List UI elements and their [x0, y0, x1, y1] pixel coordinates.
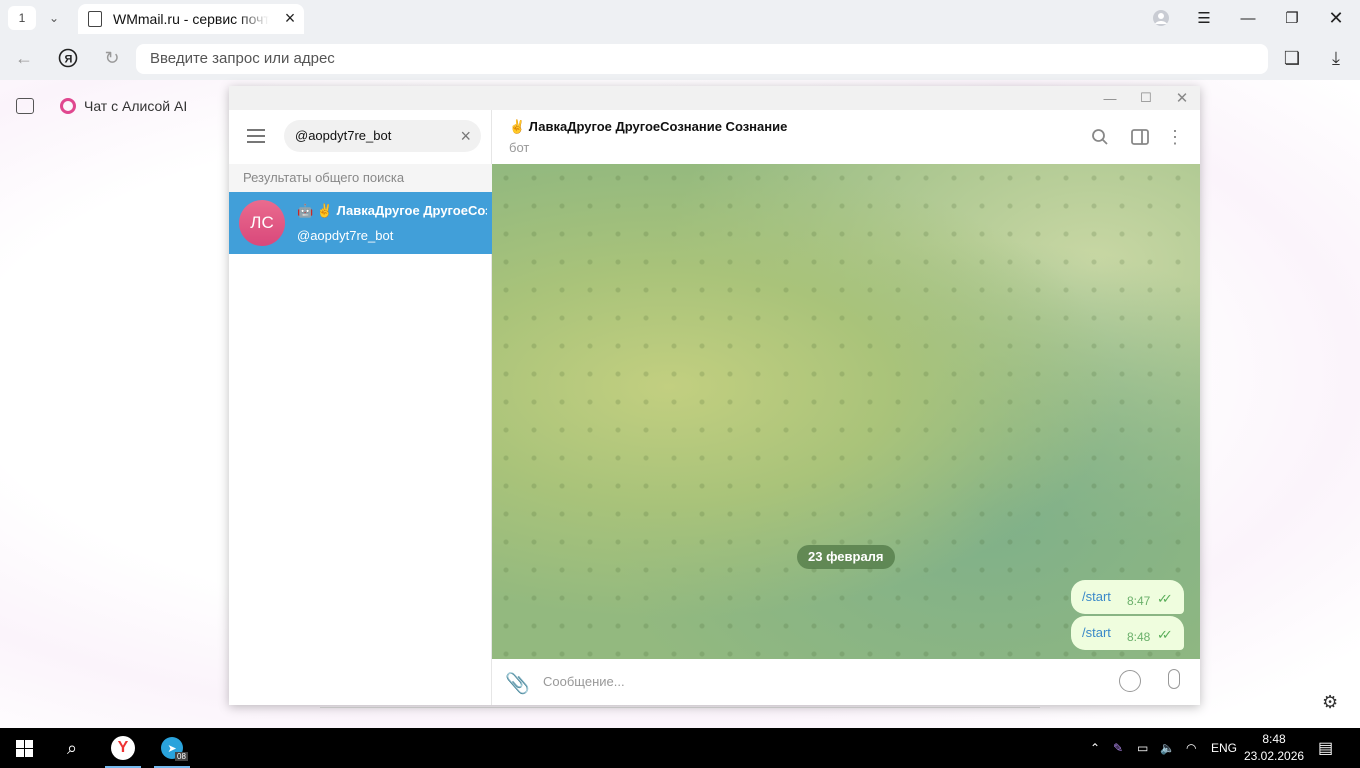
outgoing-message[interactable]: /start 8:47 ✓✓ — [1071, 580, 1184, 614]
read-check-icon: ✓✓ — [1157, 591, 1173, 606]
sidebar-panel-icon[interactable] — [1129, 126, 1151, 148]
message-time: 8:47 — [1127, 594, 1151, 608]
show-hidden-icons-icon[interactable]: ⌃ — [1090, 728, 1100, 768]
profile-icon[interactable] — [1148, 6, 1174, 30]
close-window-icon[interactable]: ✕ — [1323, 6, 1349, 30]
yandex-browser-taskbar[interactable]: Y — [99, 728, 147, 768]
sidebar-toggle-icon[interactable] — [16, 98, 34, 114]
attach-icon[interactable]: 📎 — [505, 671, 530, 696]
message-time: 8:48 — [1127, 630, 1151, 644]
battery-icon[interactable]: ▭ — [1137, 728, 1148, 768]
taskbar: ⌕ Y ➤ 08 ⌃ ✎ ▭ 🔈 ◠ ENG 8:48 23.02.2026 ▤ — [0, 728, 1360, 768]
search-section-header: Результаты общего поиска — [229, 164, 492, 192]
alice-label: Чат с Алисой AI — [84, 98, 188, 114]
close-tab-icon[interactable]: × — [280, 9, 300, 29]
minimize-icon[interactable]: — — [1235, 6, 1261, 30]
chat-background: 23 февраля /start 8:47 ✓✓ /start 8:48 ✓✓ — [492, 164, 1200, 659]
network-icon[interactable]: ◠ — [1186, 728, 1196, 768]
clock-time: 8:48 — [1262, 732, 1286, 746]
notifications-icon[interactable]: ▤ — [1318, 728, 1333, 768]
yandex-icon[interactable]: Я — [56, 46, 80, 70]
message-text[interactable]: /start — [1082, 625, 1111, 640]
svg-text:Я: Я — [65, 54, 73, 66]
emoji-icon[interactable] — [1119, 670, 1141, 692]
chat-subtitle: бот — [509, 140, 530, 155]
volume-icon[interactable]: 🔈 — [1160, 728, 1175, 768]
tab-list-chevron-icon[interactable]: ⌄ — [44, 8, 64, 28]
tab-title: WMmail.ru - сервис почтовых рассылок — [113, 11, 269, 27]
telegram-badge: 08 — [175, 752, 188, 761]
search-result-item[interactable]: ЛС 🤖 ✌️ ЛавкаДругое ДругоеСознание Созна… — [229, 192, 492, 254]
avatar: ЛС — [239, 200, 285, 246]
compose-bar: 📎 Сообщение... — [492, 659, 1200, 705]
tg-maximize-icon[interactable]: ☐ — [1134, 88, 1158, 108]
menu-icon[interactable]: ☰ — [1191, 6, 1217, 30]
address-bar[interactable]: Введите запрос или адрес — [136, 44, 1268, 74]
windows-start-icon[interactable] — [16, 740, 33, 757]
message-text[interactable]: /start — [1082, 589, 1111, 604]
date-badge: 23 февраля — [797, 545, 895, 569]
outgoing-message[interactable]: /start 8:48 ✓✓ — [1071, 616, 1184, 650]
browser-tab-bar: 1 ⌄ WMmail.ru - сервис почтовых рассылок… — [0, 0, 1360, 36]
result-name: 🤖 ✌️ ЛавкаДругое ДругоеСознание Сознание — [297, 203, 487, 218]
telegram-window: — ☐ ✕ @aopdyt7re_bot × Результаты общего… — [229, 86, 1200, 705]
tg-close-icon[interactable]: ✕ — [1170, 88, 1194, 108]
yandex-browser-icon: Y — [111, 736, 135, 760]
collections-icon[interactable]: ❏ — [1280, 46, 1304, 70]
language-indicator[interactable]: ENG — [1211, 728, 1237, 768]
tab-counter[interactable]: 1 — [8, 6, 36, 30]
more-options-icon[interactable]: ⋮ — [1164, 126, 1186, 148]
message-input[interactable]: Сообщение... — [543, 659, 625, 705]
page-icon — [88, 11, 102, 27]
search-value: @aopdyt7re_bot — [295, 128, 392, 143]
restore-icon[interactable]: ❐ — [1279, 6, 1305, 30]
read-check-icon: ✓✓ — [1157, 627, 1173, 642]
chat-panel: ✌️ ЛавкаДругое ДругоеСознание Сознание б… — [492, 110, 1200, 705]
microphone-icon[interactable] — [1168, 669, 1180, 689]
browser-toolbar: ← Я ↻ Введите запрос или адрес ❏ ⤓ — [0, 36, 1360, 80]
chat-list-panel: @aopdyt7re_bot × Результаты общего поиск… — [229, 110, 492, 705]
customize-icon[interactable]: ⚙ — [1322, 692, 1342, 712]
back-arrow-icon[interactable]: ← — [12, 46, 36, 70]
reload-icon[interactable]: ↻ — [100, 46, 124, 70]
tg-minimize-icon[interactable]: — — [1098, 88, 1122, 108]
search-input[interactable]: @aopdyt7re_bot × — [284, 120, 481, 152]
clock[interactable]: 8:48 23.02.2026 — [1244, 731, 1304, 765]
chat-header[interactable]: ✌️ ЛавкаДругое ДругоеСознание Сознание б… — [492, 110, 1200, 164]
clear-search-icon[interactable]: × — [460, 120, 471, 152]
pen-icon[interactable]: ✎ — [1113, 728, 1123, 768]
hamburger-menu-icon[interactable] — [247, 129, 265, 143]
telegram-taskbar[interactable]: ➤ 08 — [148, 728, 196, 768]
result-username: @aopdyt7re_bot — [297, 228, 394, 243]
download-icon[interactable]: ⤓ — [1324, 46, 1348, 70]
clock-date: 23.02.2026 — [1244, 749, 1305, 763]
search-icon[interactable]: ⌕ — [48, 728, 96, 768]
search-icon[interactable] — [1089, 126, 1111, 148]
alice-icon — [60, 98, 76, 114]
chat-title: ✌️ ЛавкаДругое ДругоеСознание Сознание — [509, 119, 788, 134]
browser-tab[interactable]: WMmail.ru - сервис почтовых рассылок × — [78, 4, 304, 34]
telegram-titlebar: — ☐ ✕ — [229, 86, 1200, 110]
alice-chat-bookmark[interactable]: Чат с Алисой AI — [60, 98, 187, 114]
